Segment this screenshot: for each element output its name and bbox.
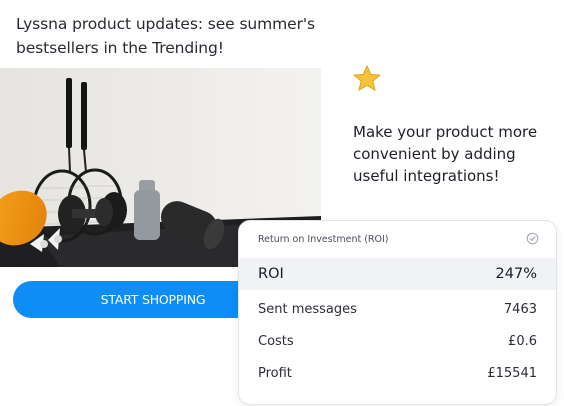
sent-messages-row: Sent messages 7463 bbox=[239, 293, 556, 325]
roi-card-title: Return on Investment (ROI) bbox=[258, 234, 389, 245]
check-circle-icon[interactable] bbox=[526, 232, 539, 245]
costs-label: Costs bbox=[258, 333, 294, 349]
costs-row: Costs £0.6 bbox=[239, 325, 556, 357]
profit-value: £15541 bbox=[487, 365, 537, 381]
roi-value: 247% bbox=[495, 266, 537, 282]
roi-row: ROI 247% bbox=[239, 258, 556, 290]
profit-row: Profit £15541 bbox=[239, 357, 556, 389]
promo-text: Make your product more convenient by add… bbox=[353, 123, 538, 185]
profit-label: Profit bbox=[258, 365, 292, 381]
sent-messages-label: Sent messages bbox=[258, 301, 357, 317]
sent-messages-value: 7463 bbox=[503, 301, 537, 317]
roi-label: ROI bbox=[258, 266, 284, 282]
roi-card: Return on Investment (ROI) ROI 247% Sent… bbox=[238, 220, 557, 405]
headline: Lyssna product updates: see summer's bes… bbox=[16, 15, 315, 57]
costs-value: £0.6 bbox=[508, 333, 537, 349]
star-icon bbox=[353, 65, 381, 91]
